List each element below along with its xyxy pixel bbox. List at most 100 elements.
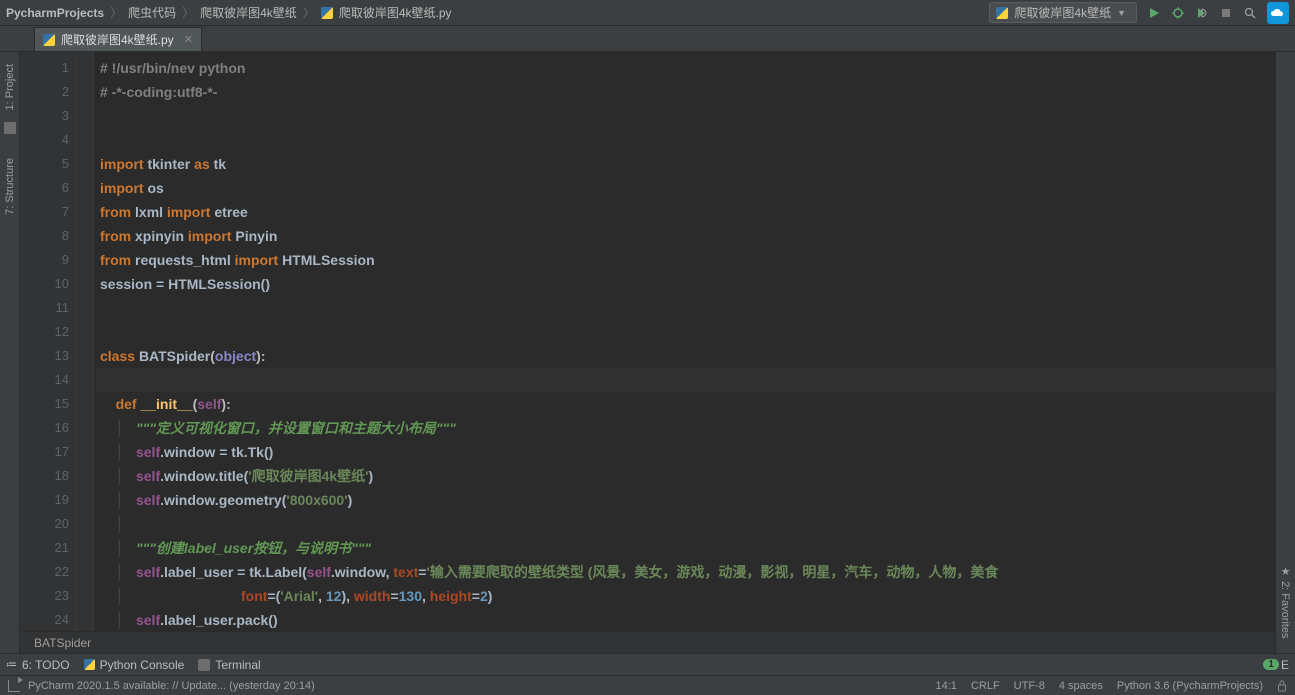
tool-window-python-console[interactable]: Python Console [84,658,185,672]
tool-window-todo[interactable]: ≔6: TODO [6,658,70,672]
tool-window-favorites[interactable]: ★ 2: Favorites [1279,565,1292,639]
line-number[interactable]: 19 [20,488,69,512]
status-message[interactable]: PyCharm 2020.1.5 available: // Update...… [28,680,315,692]
line-number[interactable]: 22 [20,560,69,584]
code-line[interactable]: │ font=('Arial', 12), width=130, height=… [96,584,1275,608]
line-number[interactable]: 1 [20,56,69,80]
code-line[interactable]: def __init__(self): [96,392,1275,416]
line-number[interactable]: 6 [20,176,69,200]
code-breadcrumb[interactable]: BATSpider [20,631,1275,653]
line-number-gutter[interactable]: 123456789101112131415161718192021222324 [20,52,76,631]
breadcrumb-separator-icon: 〉 [303,4,315,21]
close-tab-icon[interactable]: ✕ [184,33,193,46]
tool-label: 1: Project [4,64,16,110]
line-number[interactable]: 14 [20,368,69,392]
breadcrumb-item[interactable]: 爬虫代码 [128,4,176,21]
tool-label: 2: Favorites [1279,582,1291,639]
show-tool-windows-icon[interactable] [8,680,20,692]
line-number[interactable]: 23 [20,584,69,608]
line-number[interactable]: 20 [20,512,69,536]
code-line[interactable]: from requests_html import HTMLSession [96,248,1275,272]
indent-settings[interactable]: 4 spaces [1059,680,1103,692]
code-line[interactable]: │ """创建label_user按钮，与说明书""" [96,536,1275,560]
line-number[interactable]: 10 [20,272,69,296]
code-line[interactable] [96,104,1275,128]
file-encoding[interactable]: UTF-8 [1014,680,1045,692]
breadcrumb-separator-icon: 〉 [182,4,194,21]
code-line[interactable] [96,320,1275,344]
breadcrumb-root[interactable]: PycharmProjects [6,6,104,20]
breadcrumbs: PycharmProjects 〉 爬虫代码 〉 爬取彼岸图4k壁纸 〉 爬取彼… [6,4,452,21]
line-number[interactable]: 21 [20,536,69,560]
editor-tab-label: 爬取彼岸图4k壁纸.py [61,31,174,48]
tool-label: 6: TODO [22,658,70,672]
line-separator[interactable]: CRLF [971,680,1000,692]
debug-button[interactable] [1171,6,1185,20]
bottom-tool-bar: ≔6: TODO Python Console Terminal 1 E [0,653,1295,675]
editor-tab-active[interactable]: 爬取彼岸图4k壁纸.py ✕ [34,27,202,51]
line-number[interactable]: 13 [20,344,69,368]
tool-label: Terminal [215,658,260,672]
code-line[interactable]: session = HTMLSession() [96,272,1275,296]
run-with-coverage-button[interactable] [1195,6,1209,20]
line-number[interactable]: 4 [20,128,69,152]
line-number[interactable]: 2 [20,80,69,104]
glyph-margin[interactable] [76,52,94,631]
cloud-sync-button[interactable] [1267,2,1289,24]
lock-icon[interactable] [1277,680,1287,692]
code-editor[interactable]: 123456789101112131415161718192021222324 … [20,52,1275,631]
python-icon [996,7,1008,19]
run-configuration-label: 爬取彼岸图4k壁纸 [1014,4,1111,21]
code-line[interactable]: # -*-coding:utf8-*- [96,80,1275,104]
run-button[interactable] [1147,6,1161,20]
main-split: 1: Project 7: Structure 1234567891011121… [0,52,1295,653]
line-number[interactable]: 16 [20,416,69,440]
tool-window-structure[interactable]: 7: Structure [4,158,16,215]
line-number[interactable]: 3 [20,104,69,128]
line-number[interactable]: 11 [20,296,69,320]
folder-icon [4,122,16,134]
code-line[interactable]: class BATSpider(object): [96,344,1275,368]
code-line[interactable]: │ self.window = tk.Tk() [96,440,1275,464]
code-line[interactable]: # !/usr/bin/nev python [96,56,1275,80]
line-number[interactable]: 5 [20,152,69,176]
code-line[interactable]: │ self.label_user = tk.Label(self.window… [96,560,1275,584]
chevron-down-icon: ▼ [1117,8,1126,18]
right-tool-strip: ★ 2: Favorites [1275,52,1295,653]
line-number[interactable]: 9 [20,248,69,272]
line-number[interactable]: 17 [20,440,69,464]
code-line[interactable]: │ self.window.title('爬取彼岸图4k壁纸') [96,464,1275,488]
tool-window-project[interactable]: 1: Project [4,64,16,110]
python-file-icon [321,7,333,19]
caret-position[interactable]: 14:1 [936,680,957,692]
search-everywhere-button[interactable] [1243,6,1257,20]
code-line[interactable]: │ [96,512,1275,536]
event-log-label[interactable]: E [1281,658,1289,672]
breadcrumb-item[interactable]: 爬取彼岸图4k壁纸 [200,4,297,21]
line-number[interactable]: 18 [20,464,69,488]
tool-window-terminal[interactable]: Terminal [198,658,260,672]
line-number[interactable]: 8 [20,224,69,248]
code-line[interactable]: from lxml import etree [96,200,1275,224]
event-log-badge[interactable]: 1 [1263,659,1279,670]
line-number[interactable]: 24 [20,608,69,631]
stop-button[interactable] [1219,6,1233,20]
code-line[interactable] [96,128,1275,152]
line-number[interactable]: 12 [20,320,69,344]
code-line[interactable]: │ self.label_user.pack() [96,608,1275,631]
code-breadcrumb-item[interactable]: BATSpider [34,636,91,650]
code-line[interactable]: │ self.window.geometry('800x600') [96,488,1275,512]
editor-area: 123456789101112131415161718192021222324 … [20,52,1275,653]
code-line[interactable]: │ """定义可视化窗口，并设置窗口和主题大小布局""" [96,416,1275,440]
breadcrumb-file[interactable]: 爬取彼岸图4k壁纸.py [339,4,452,21]
code-line[interactable]: import tkinter as tk [96,152,1275,176]
line-number[interactable]: 7 [20,200,69,224]
line-number[interactable]: 15 [20,392,69,416]
code-line[interactable] [96,296,1275,320]
code-content[interactable]: # !/usr/bin/nev python# -*-coding:utf8-*… [94,52,1275,631]
run-configuration-selector[interactable]: 爬取彼岸图4k壁纸 ▼ [989,2,1137,23]
code-line[interactable]: from xpinyin import Pinyin [96,224,1275,248]
python-interpreter[interactable]: Python 3.6 (PycharmProjects) [1117,680,1263,692]
code-line[interactable] [96,368,1275,392]
code-line[interactable]: import os [96,176,1275,200]
